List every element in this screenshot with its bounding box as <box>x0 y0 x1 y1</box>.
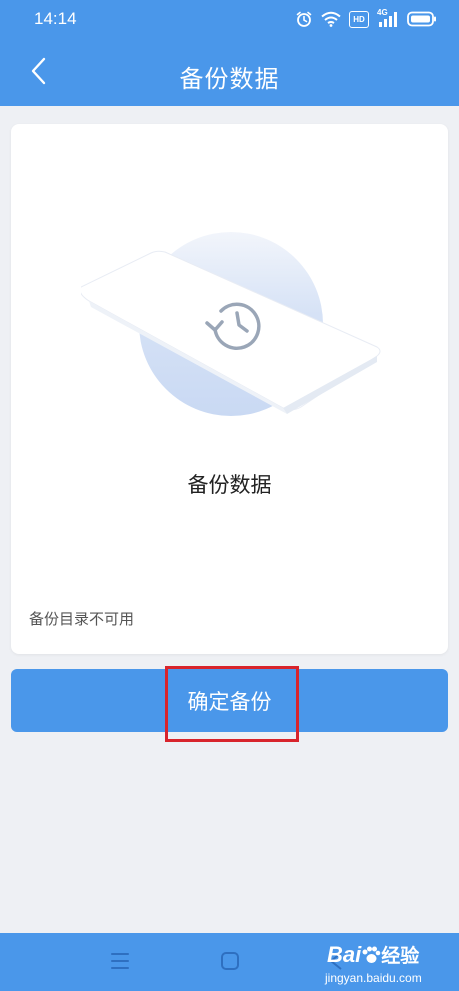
restore-clock-icon <box>201 297 269 357</box>
nav-home-button[interactable] <box>216 949 244 977</box>
backup-card: 备份数据 备份目录不可用 <box>11 124 448 654</box>
status-bar: 14:14 HD 4G <box>0 0 459 40</box>
menu-icon <box>109 951 131 975</box>
app-bar: 备份数据 <box>0 40 459 106</box>
wifi-icon <box>321 11 341 27</box>
watermark-url: jingyan.baidu.com <box>325 971 422 985</box>
watermark-brand: Bai <box>327 942 362 967</box>
page-title: 备份数据 <box>179 65 280 93</box>
confirm-backup-label: 确定备份 <box>187 689 272 714</box>
home-square-icon <box>219 950 241 976</box>
signal-4g-icon: 4G <box>377 8 399 27</box>
baidu-jingyan-watermark: Bai 经验 jingyan.baidu.com <box>323 941 439 987</box>
watermark-brand-suffix: 经验 <box>381 946 420 967</box>
status-icons: HD 4G <box>295 8 437 28</box>
battery-icon <box>407 11 437 27</box>
backup-illustration <box>79 229 381 429</box>
confirm-backup-button[interactable]: 确定备份 <box>11 669 448 732</box>
nav-menu-button[interactable] <box>106 949 134 977</box>
hd-icon: HD <box>349 10 369 28</box>
paw-icon <box>361 944 381 963</box>
card-title: 备份数据 <box>187 473 272 497</box>
screen: 14:14 HD 4G 备份数据 备份数据 备份目录不可用 确定备份 Bai 经… <box>0 0 459 991</box>
alarm-icon <box>295 10 313 28</box>
backup-directory-status: 备份目录不可用 <box>29 610 135 628</box>
status-time: 14:14 <box>34 9 77 28</box>
